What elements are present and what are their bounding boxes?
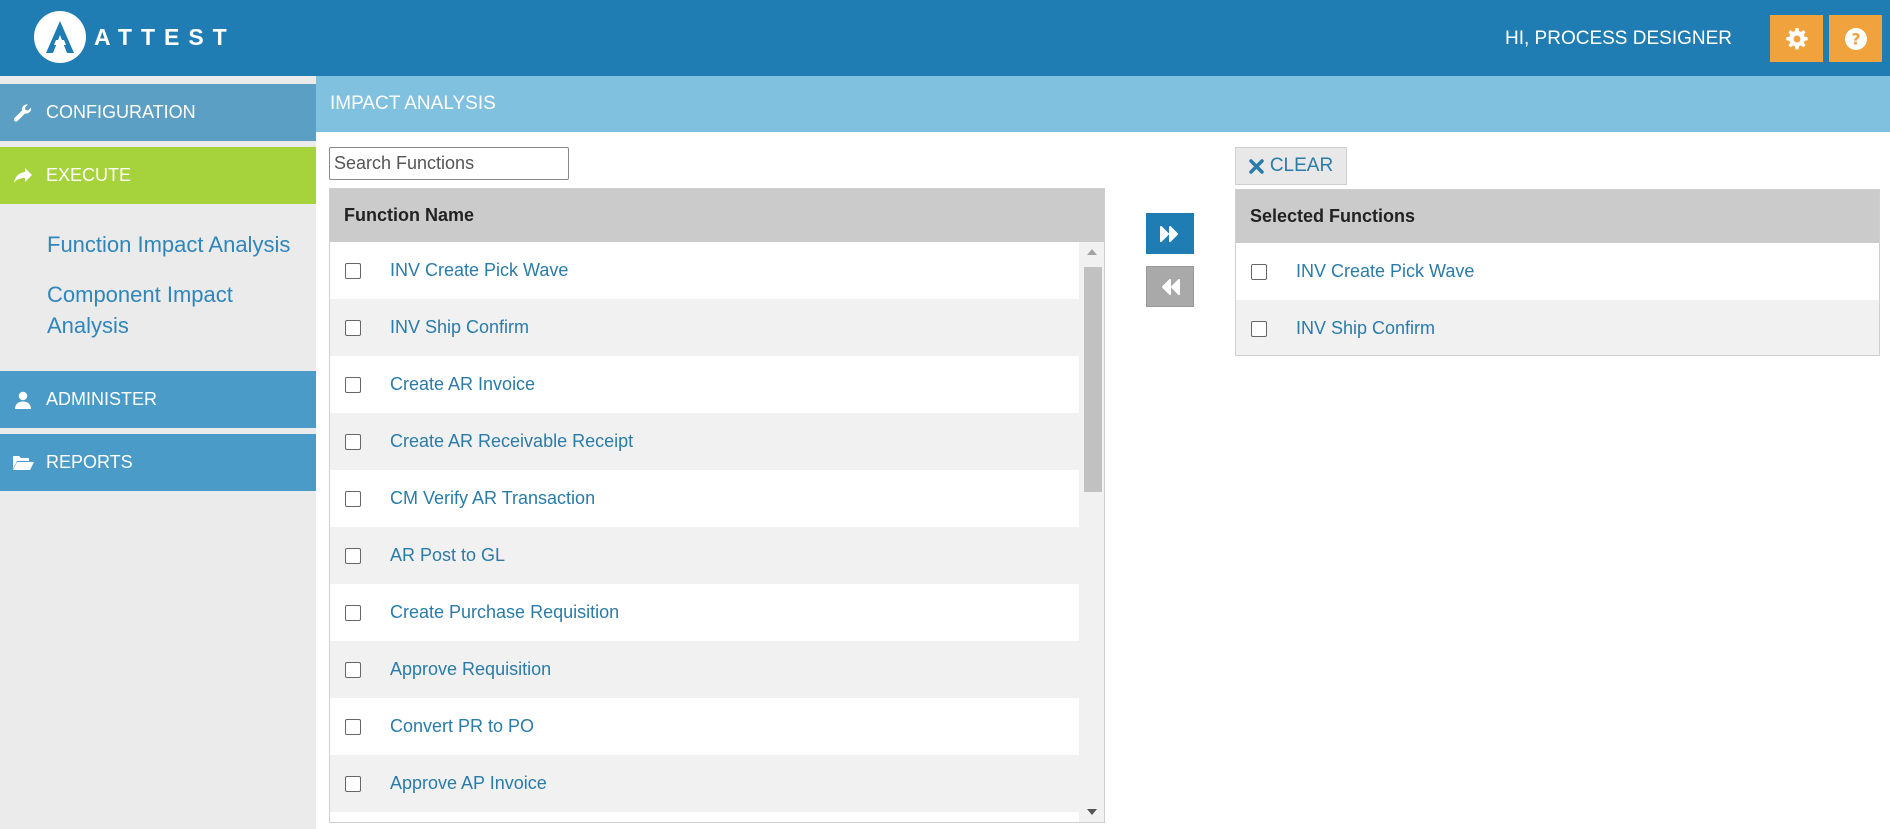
sidebar-item-execute[interactable]: EXECUTE: [0, 147, 316, 204]
sidebar-item-label: REPORTS: [46, 452, 133, 472]
function-name[interactable]: INV Create Pick Wave: [1296, 261, 1474, 282]
attest-logo[interactable]: ATTEST: [34, 11, 236, 63]
row-checkbox[interactable]: [345, 490, 361, 507]
user-icon: [0, 391, 46, 409]
wrench-icon: [0, 103, 46, 123]
svg-text:?: ?: [1851, 29, 1860, 48]
function-name[interactable]: INV Create Pick Wave: [390, 260, 568, 281]
row-checkbox[interactable]: [1251, 320, 1267, 337]
clear-label: CLEAR: [1269, 155, 1334, 176]
help-button[interactable]: ?: [1829, 15, 1882, 62]
row-checkbox[interactable]: [345, 376, 361, 393]
column-header-selected-functions: Selected Functions: [1250, 206, 1416, 226]
function-name[interactable]: AR Post to GL: [390, 545, 505, 566]
selected-functions-list: INV Create Pick Wave INV Ship Confirm: [1236, 243, 1879, 355]
column-header-function-name: Function Name: [344, 205, 475, 225]
top-header: ATTEST HI, PROCESS DESIGNER ?: [0, 0, 1890, 76]
logo-text: ATTEST: [94, 23, 236, 50]
table-row[interactable]: Create Purchase Requisition: [330, 584, 1079, 641]
table-row[interactable]: Create AR Receivable Receipt: [330, 413, 1079, 470]
table-row[interactable]: Create AR Invoice: [330, 356, 1079, 413]
scrollbar-thumb[interactable]: [1084, 267, 1102, 492]
table-row[interactable]: Convert PR to PO: [330, 698, 1079, 755]
share-arrow-icon: [0, 167, 46, 185]
function-name[interactable]: Create AR Receivable Receipt: [390, 431, 633, 452]
clear-button[interactable]: CLEAR: [1235, 147, 1347, 185]
page-title: IMPACT ANALYSIS: [330, 93, 496, 114]
sidebar: CONFIGURATION EXECUTE Function Impact An…: [0, 76, 316, 829]
row-checkbox[interactable]: [1251, 263, 1267, 280]
close-icon: [1249, 158, 1264, 174]
scroll-up-arrow-icon[interactable]: [1079, 242, 1104, 262]
sidebar-item-label: CONFIGURATION: [46, 102, 196, 122]
function-name[interactable]: Create AR Invoice: [390, 374, 535, 395]
function-name[interactable]: Convert PR to PO: [390, 716, 534, 737]
function-name[interactable]: INV Ship Confirm: [1296, 318, 1435, 339]
logo-mark-icon: [34, 11, 86, 63]
row-checkbox[interactable]: [345, 718, 361, 735]
available-functions-table: Function Name INV Create Pick Wave INV S…: [329, 188, 1105, 823]
function-name[interactable]: Approve AP Invoice: [390, 773, 547, 794]
folder-open-icon: [0, 454, 46, 471]
row-checkbox[interactable]: [345, 775, 361, 792]
sidebar-item-label: EXECUTE: [46, 165, 132, 185]
table-row[interactable]: INV Create Pick Wave: [330, 242, 1079, 299]
table-row[interactable]: CM Verify AR Transaction: [330, 470, 1079, 527]
scroll-down-arrow-icon[interactable]: [1079, 802, 1104, 822]
function-name[interactable]: CM Verify AR Transaction: [390, 488, 595, 509]
row-checkbox[interactable]: [345, 547, 361, 564]
user-greeting: HI, PROCESS DESIGNER: [1505, 28, 1732, 49]
settings-button[interactable]: [1770, 15, 1823, 62]
sidebar-item-label: ADMINISTER: [46, 389, 158, 409]
vertical-scrollbar[interactable]: [1079, 242, 1104, 822]
sidebar-item-reports[interactable]: REPORTS: [0, 434, 316, 491]
function-name[interactable]: INV Ship Confirm: [390, 317, 529, 338]
table-row[interactable]: Approve Requisition: [330, 641, 1079, 698]
table-row[interactable]: INV Ship Confirm: [330, 299, 1079, 356]
sidebar-item-configuration[interactable]: CONFIGURATION: [0, 84, 316, 141]
search-functions-input[interactable]: [329, 147, 569, 180]
table-header: Selected Functions: [1236, 190, 1879, 243]
sidebar-item-administer[interactable]: ADMINISTER: [0, 371, 316, 428]
question-circle-icon: ?: [1844, 27, 1867, 50]
selected-functions-table: Selected Functions INV Create Pick Wave …: [1235, 189, 1880, 356]
row-checkbox[interactable]: [345, 262, 361, 279]
table-row[interactable]: Approve AP Invoice: [330, 755, 1079, 812]
add-selected-button[interactable]: [1146, 213, 1194, 254]
double-chevron-right-icon: [1160, 225, 1178, 242]
page-title-bar: IMPACT ANALYSIS: [316, 76, 1890, 132]
table-row[interactable]: AR Post to GL: [330, 527, 1079, 584]
table-row[interactable]: INV Ship Confirm: [1236, 300, 1879, 355]
row-checkbox[interactable]: [345, 661, 361, 678]
row-checkbox[interactable]: [345, 319, 361, 336]
row-checkbox[interactable]: [345, 604, 361, 621]
function-name[interactable]: Create Purchase Requisition: [390, 602, 619, 623]
sidebar-link-component-impact-analysis[interactable]: Component Impact Analysis: [47, 279, 297, 341]
function-name[interactable]: Approve Requisition: [390, 659, 551, 680]
sidebar-link-function-impact-analysis[interactable]: Function Impact Analysis: [47, 229, 290, 260]
remove-selected-button[interactable]: [1146, 266, 1194, 307]
available-functions-list: INV Create Pick Wave INV Ship Confirm Cr…: [330, 242, 1079, 812]
row-checkbox[interactable]: [345, 433, 361, 450]
table-row[interactable]: INV Create Pick Wave: [1236, 243, 1879, 300]
gear-icon: [1785, 27, 1808, 49]
double-chevron-left-icon: [1162, 278, 1180, 295]
table-header: Function Name: [330, 189, 1104, 242]
